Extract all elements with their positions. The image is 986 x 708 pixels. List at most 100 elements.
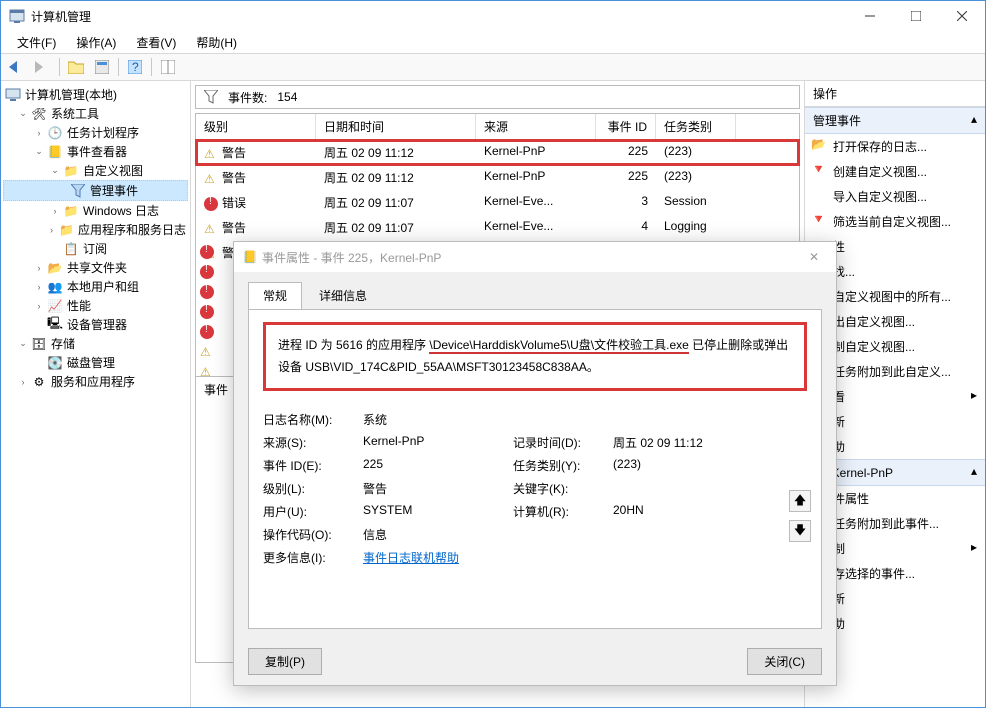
collapse-icon[interactable]: ⌄ [49,165,61,177]
maximize-button[interactable] [893,1,939,31]
prev-event-button[interactable]: 🡅 [789,490,811,512]
tree-windows-logs[interactable]: ›📁Windows 日志 [3,201,188,220]
expand-icon[interactable]: › [33,127,45,139]
action-import-view[interactable]: 导入自定义视图... [805,184,985,209]
tool-panels-icon[interactable] [156,56,180,78]
gear-icon: ⚙ [31,374,47,390]
tree-services-apps[interactable]: ›⚙服务和应用程序 [3,372,188,391]
funnel-icon [204,90,218,104]
prop-eventid-label: 事件 ID(E): [263,457,363,474]
col-category[interactable]: 任务类别 [656,114,736,139]
expand-icon[interactable]: › [17,376,29,388]
disk-icon: 💽 [47,355,63,371]
dialog-close-icon[interactable]: ✕ [800,250,828,264]
titlebar: 计算机管理 [1,1,985,31]
tree-event-viewer[interactable]: ⌄📒事件查看器 [3,142,188,161]
tree-system-tools[interactable]: ⌄🛠系统工具 [3,104,188,123]
collapse-icon[interactable]: ▴ [971,464,977,481]
tree-device-manager[interactable]: 🖳设备管理器 [3,315,188,334]
prop-logged-value: 周五 02 09 11:12 [613,434,763,451]
filter-bar: 事件数: 154 [195,85,800,109]
actions-header: 操作 [805,81,985,107]
nav-tree[interactable]: 计算机管理(本地) ⌄🛠系统工具 ›🕒任务计划程序 ⌄📒事件查看器 ⌄📁自定义视… [1,81,191,707]
tools-icon: 🛠 [31,106,47,122]
next-event-button[interactable]: 🡇 [789,520,811,542]
error-icon [200,285,214,299]
tree-shared-folders[interactable]: ›📂共享文件夹 [3,258,188,277]
collapse-icon[interactable]: ▴ [971,112,977,129]
tree-performance[interactable]: ›📈性能 [3,296,188,315]
tab-panel-general: 进程 ID 为 5616 的应用程序 \Device\HarddiskVolum… [248,309,822,629]
collapse-icon[interactable]: ⌄ [17,108,29,120]
event-count-label: 事件数: [228,89,267,106]
dialog-close-button[interactable]: 关闭(C) [747,648,822,675]
online-help-link[interactable]: 事件日志联机帮助 [363,551,459,565]
preview-header: 事件 [196,376,236,402]
expand-icon[interactable]: › [33,262,45,274]
prop-eventid-value: 225 [363,457,513,474]
expand-icon[interactable]: › [49,205,61,217]
tab-general[interactable]: 常规 [248,282,302,309]
tab-details[interactable]: 详细信息 [304,282,382,309]
minimize-button[interactable] [847,1,893,31]
event-message: 进程 ID 为 5616 的应用程序 \Device\HarddiskVolum… [263,322,807,391]
collapse-icon[interactable]: ⌄ [17,338,29,350]
users-icon: 👥 [47,279,63,295]
folder-open-icon: 📂 [811,137,827,153]
error-icon [200,265,214,279]
copy-button[interactable]: 复制(P) [248,648,322,675]
sub-icon: 📋 [63,241,79,257]
tree-root[interactable]: 计算机管理(本地) [3,85,188,104]
col-id[interactable]: 事件 ID [596,114,656,139]
menu-file[interactable]: 文件(F) [7,32,66,53]
prop-logname-label: 日志名称(M): [263,411,363,428]
tree-storage[interactable]: ⌄🗄存储 [3,334,188,353]
tool-help-icon[interactable]: ? [123,56,147,78]
action-create-view[interactable]: 🔻创建自定义视图... [805,159,985,184]
col-source[interactable]: 来源 [476,114,596,139]
close-button[interactable] [939,1,985,31]
svg-text:?: ? [132,60,139,74]
tree-task-scheduler[interactable]: ›🕒任务计划程序 [3,123,188,142]
tool-folder-icon[interactable] [64,56,88,78]
warning-icon [204,222,218,236]
menu-help[interactable]: 帮助(H) [186,32,247,53]
tool-properties-icon[interactable] [90,56,114,78]
col-time[interactable]: 日期和时间 [316,114,476,139]
collapse-icon[interactable]: ⌄ [33,146,45,158]
storage-icon: 🗄 [31,336,47,352]
tree-disk-management[interactable]: 💽磁盘管理 [3,353,188,372]
menu-view[interactable]: 查看(V) [126,32,186,53]
action-filter-current[interactable]: 🔻筛选当前自定义视图... [805,209,985,234]
menu-action[interactable]: 操作(A) [66,32,126,53]
nav-back-button[interactable] [5,56,29,78]
actions-group-1[interactable]: 管理事件▴ [805,107,985,134]
tree-root-label: 计算机管理(本地) [25,86,117,103]
prop-opcode-value: 信息 [363,526,513,543]
error-icon [200,305,214,319]
folder-icon: 📁 [63,163,79,179]
col-level[interactable]: 级别 [196,114,316,139]
expand-icon[interactable]: › [33,300,45,312]
tree-subscriptions[interactable]: 📋订阅 [3,239,188,258]
tree-admin-events[interactable]: 管理事件 [3,180,188,201]
expand-icon[interactable]: › [46,224,57,236]
tree-local-users[interactable]: ›👥本地用户和组 [3,277,188,296]
dialog-title: 事件属性 - 事件 225，Kernel-PnP [262,249,800,266]
prop-source-label: 来源(S): [263,434,363,451]
funnel-icon: 🔻 [811,212,827,228]
prop-level-value: 警告 [363,480,513,497]
table-row[interactable]: 警告周五 02 09 11:12Kernel-PnP225(223) [196,165,799,190]
table-row[interactable]: 错误周五 02 09 11:07Kernel-Eve...3Session [196,190,799,215]
prop-computer-label: 计算机(R): [513,503,613,520]
table-row[interactable]: 警告周五 02 09 11:07Kernel-Eve...4Logging [196,215,799,240]
action-open-saved-log[interactable]: 📂打开保存的日志... [805,134,985,159]
folder-icon: 📁 [59,222,74,238]
table-row[interactable]: 警告周五 02 09 11:12Kernel-PnP225(223) [196,140,799,165]
event-properties-dialog: 📒 事件属性 - 事件 225，Kernel-PnP ✕ 常规 详细信息 进程 … [233,241,837,686]
tree-custom-views[interactable]: ⌄📁自定义视图 [3,161,188,180]
window-title: 计算机管理 [31,8,847,25]
tree-app-logs[interactable]: ›📁应用程序和服务日志 [3,220,188,239]
nav-forward-button[interactable] [31,56,55,78]
expand-icon[interactable]: › [33,281,45,293]
